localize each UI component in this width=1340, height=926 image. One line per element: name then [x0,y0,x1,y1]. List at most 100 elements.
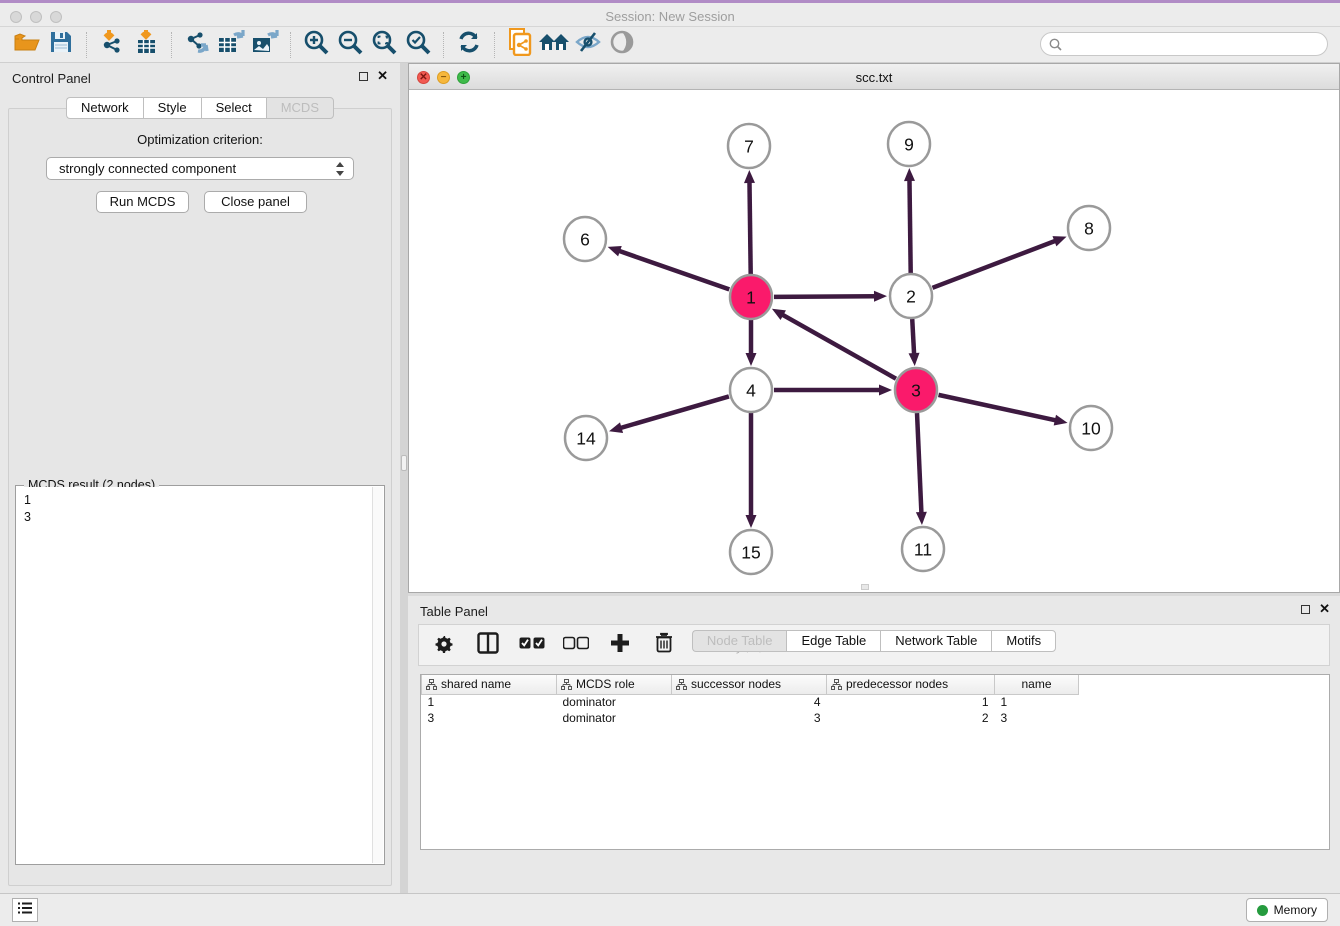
result-scrollbar[interactable] [372,487,383,863]
table-tabs: Node Table Edge Table Network Table Moti… [408,630,1340,885]
edge-4-14[interactable] [620,396,729,428]
import-network-icon [99,29,125,60]
zoom-out-button[interactable] [333,30,367,60]
arrowhead-icon [916,512,927,525]
refresh-button[interactable] [452,30,486,60]
arrowhead-icon [746,353,757,366]
search-input[interactable] [1067,37,1319,51]
export-image-icon [251,29,279,60]
memory-status-icon [1257,905,1268,916]
tab-style[interactable]: Style [143,97,201,119]
arrowhead-icon [909,353,920,366]
network-title: scc.txt [409,70,1339,85]
edge-3-11[interactable] [917,413,921,514]
node-label-10: 10 [1081,418,1101,438]
duplicate-network-button[interactable] [503,30,537,60]
network-canvas[interactable]: 1234678910111415 [409,90,1339,592]
hide-graphics-button[interactable] [571,30,605,60]
zoom-selected-button[interactable] [401,30,435,60]
tab-motifs[interactable]: Motifs [991,630,1056,652]
export-network-icon [184,29,211,60]
refresh-icon [456,29,482,60]
node-label-7: 7 [744,136,754,156]
search-icon [1049,38,1062,51]
mcds-panel: Optimization criterion: strongly connect… [8,108,392,886]
tab-network[interactable]: Network [66,97,143,119]
edge-1-6[interactable] [618,251,729,290]
tab-node-table[interactable]: Node Table [692,630,787,652]
eye-slash-icon [574,30,602,59]
optimization-criterion-label: Optimization criterion: [9,132,391,147]
criterion-dropdown[interactable]: strongly connected component [46,157,354,180]
session-title: Session: New Session [0,9,1340,24]
houses-icon [537,30,571,59]
edge-3-10[interactable] [938,395,1056,421]
export-network-button[interactable] [180,30,214,60]
mcds-result-list[interactable]: 1 3 [17,487,372,863]
import-table-button[interactable] [129,30,163,60]
status-bar: Memory [0,893,1340,926]
node-label-3: 3 [911,380,921,400]
edge-2-9[interactable] [909,179,910,273]
node-label-4: 4 [746,380,756,400]
node-label-8: 8 [1084,218,1094,238]
zoom-in-icon [303,29,329,60]
arrowhead-icon [608,246,622,256]
memory-button[interactable]: Memory [1246,898,1328,922]
float-table-panel-icon[interactable] [1301,605,1310,614]
edge-2-8[interactable] [932,240,1056,287]
arrowhead-icon [879,385,892,396]
network-resize-handle[interactable] [861,584,869,590]
search-field[interactable] [1040,32,1328,56]
main-toolbar [0,27,1340,63]
splitter-handle[interactable] [401,455,407,471]
tab-select[interactable]: Select [201,97,266,119]
import-network-button[interactable] [95,30,129,60]
edge-3-1[interactable] [781,314,895,379]
duplicate-network-icon [507,28,533,61]
node-label-14: 14 [576,428,596,448]
tab-mcds[interactable]: MCDS [266,97,334,119]
tab-network-table[interactable]: Network Table [880,630,991,652]
memory-label: Memory [1274,903,1317,917]
zoom-in-button[interactable] [299,30,333,60]
edge-1-7[interactable] [749,181,750,274]
control-panel: Control Panel ✕ Network Style Select MCD… [0,63,400,893]
edge-2-3[interactable] [912,319,914,355]
arrowhead-icon [744,170,755,183]
birds-eye-view-button[interactable] [605,30,639,60]
network-view-window: ✕ − + scc.txt 1234678910111415 [408,63,1340,593]
table-panel-title: Table Panel [420,604,488,619]
zoom-fit-icon [371,29,397,60]
save-session-button[interactable] [44,30,78,60]
arrowhead-icon [609,422,623,433]
close-panel-button[interactable]: Close panel [204,191,307,213]
folder-open-icon [14,31,40,58]
edge-1-2[interactable] [774,296,876,297]
toolbar-separator [290,32,291,58]
panel-divider [400,63,408,893]
export-table-icon [217,29,245,60]
eye-icon [608,30,636,59]
node-label-9: 9 [904,134,914,154]
node-label-1: 1 [746,287,756,307]
save-icon [49,30,73,59]
zoom-fit-button[interactable] [367,30,401,60]
float-panel-icon[interactable] [359,72,368,81]
toolbar-separator [494,32,495,58]
export-table-button[interactable] [214,30,248,60]
control-panel-title: Control Panel [12,71,91,86]
task-history-button[interactable] [12,898,38,922]
tab-edge-table[interactable]: Edge Table [786,630,880,652]
export-image-button[interactable] [248,30,282,60]
open-session-button[interactable] [10,30,44,60]
first-neighbors-button[interactable] [537,30,571,60]
run-mcds-button[interactable]: Run MCDS [96,191,189,213]
close-panel-icon[interactable]: ✕ [377,68,388,84]
import-table-icon [133,29,159,60]
close-table-panel-icon[interactable]: ✕ [1319,601,1330,617]
zoom-selected-icon [405,29,431,60]
title-bar: Session: New Session [0,0,1340,27]
toolbar-separator [443,32,444,58]
network-window-titlebar[interactable]: ✕ − + scc.txt [409,64,1339,90]
